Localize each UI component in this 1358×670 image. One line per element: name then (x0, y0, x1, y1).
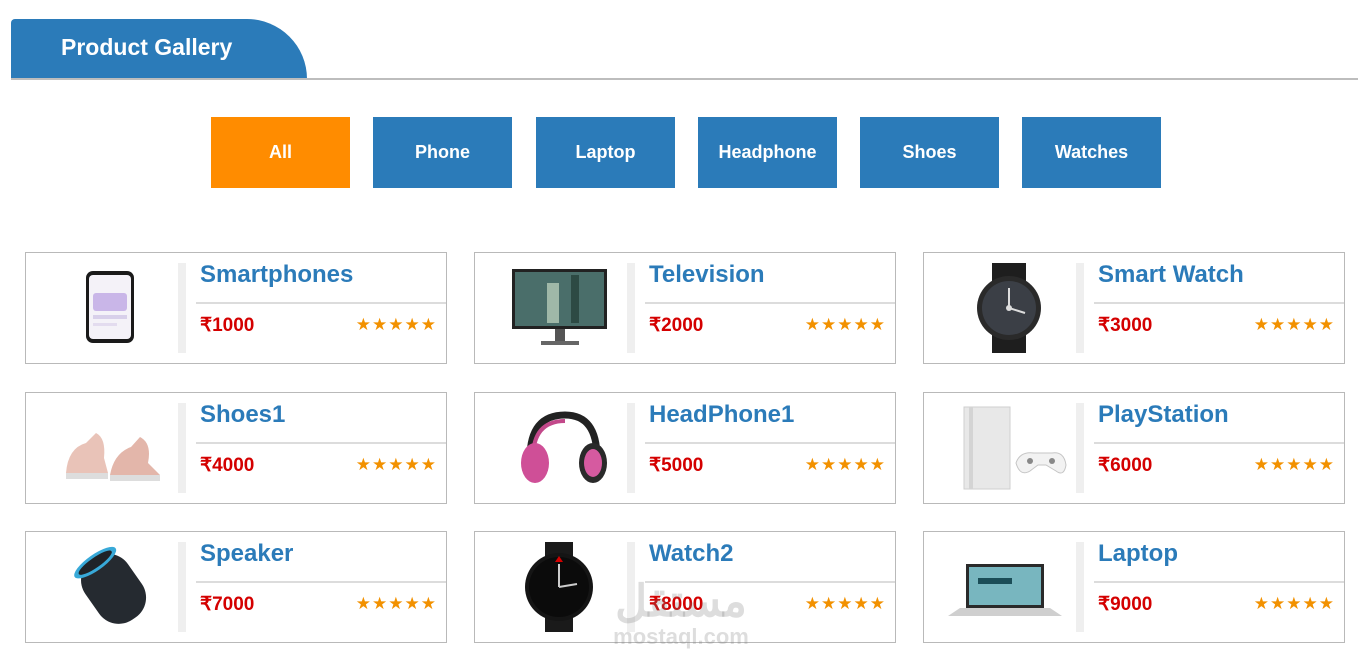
card-divider (1094, 581, 1344, 583)
product-price: ₹6000 (1098, 455, 1153, 476)
watermark-arabic: مستقل (615, 577, 747, 626)
product-card-shoes1[interactable]: Shoes1 ₹4000 ★★★★★ (25, 392, 447, 504)
card-divider (1094, 442, 1344, 444)
product-name[interactable]: Smart Watch (1098, 261, 1244, 289)
product-thumbnail (934, 403, 1084, 493)
product-thumbnail (36, 542, 186, 632)
playstation-image (963, 406, 1067, 490)
filter-phone-button[interactable]: Phone (373, 117, 512, 188)
filter-laptop-button[interactable]: Laptop (536, 117, 675, 188)
watermark-latin: mostaql.com (613, 624, 749, 649)
product-name[interactable]: Shoes1 (200, 401, 285, 429)
product-price: ₹1000 (200, 315, 255, 336)
star-rating-icon: ★★★★★ (804, 315, 886, 334)
card-divider (196, 302, 446, 304)
card-divider (1094, 302, 1344, 304)
product-card-smart-watch[interactable]: Smart Watch ₹3000 ★★★★★ (923, 252, 1345, 364)
star-rating-icon: ★★★★★ (1253, 315, 1335, 334)
product-card-headphone1[interactable]: HeadPhone1 ₹5000 ★★★★★ (474, 392, 896, 504)
headphone-image (521, 411, 607, 483)
product-price: ₹5000 (649, 455, 704, 476)
product-thumbnail (36, 403, 186, 493)
star-rating-icon: ★★★★★ (355, 594, 437, 613)
star-rating-icon: ★★★★★ (355, 315, 437, 334)
product-name[interactable]: PlayStation (1098, 401, 1229, 429)
card-divider (645, 442, 895, 444)
product-price: ₹7000 (200, 594, 255, 615)
header-divider (11, 78, 1358, 80)
smart-watch-image (977, 263, 1041, 353)
shoes-image (66, 433, 160, 481)
star-rating-icon: ★★★★★ (804, 594, 886, 613)
product-price: ₹2000 (649, 315, 704, 336)
star-rating-icon: ★★★★★ (1253, 455, 1335, 474)
product-name[interactable]: Smartphones (200, 261, 353, 289)
smartphone-image (86, 271, 134, 343)
filter-watches-button[interactable]: Watches (1022, 117, 1161, 188)
product-name[interactable]: Television (649, 261, 765, 289)
television-image (512, 269, 607, 345)
speaker-image (74, 546, 147, 624)
watermark: مستقل mostaql.com (596, 580, 766, 650)
product-thumbnail (934, 263, 1084, 353)
product-name[interactable]: Speaker (200, 540, 293, 568)
filter-all-button[interactable]: All (211, 117, 350, 188)
product-card-smartphones[interactable]: Smartphones ₹1000 ★★★★★ (25, 252, 447, 364)
product-name[interactable]: Watch2 (649, 540, 733, 568)
product-card-television[interactable]: Television ₹2000 ★★★★★ (474, 252, 896, 364)
star-rating-icon: ★★★★★ (355, 455, 437, 474)
page-title: Product Gallery (11, 19, 307, 79)
card-divider (196, 581, 446, 583)
star-rating-icon: ★★★★★ (804, 455, 886, 474)
product-thumbnail (934, 542, 1084, 632)
product-name[interactable]: Laptop (1098, 540, 1178, 568)
laptop-image (948, 564, 1062, 616)
product-thumbnail (485, 403, 635, 493)
product-thumbnail (36, 263, 186, 353)
card-divider (645, 302, 895, 304)
product-card-laptop[interactable]: Laptop ₹9000 ★★★★★ (923, 531, 1345, 643)
filter-shoes-button[interactable]: Shoes (860, 117, 999, 188)
product-card-speaker[interactable]: Speaker ₹7000 ★★★★★ (25, 531, 447, 643)
product-price: ₹9000 (1098, 594, 1153, 615)
card-divider (196, 442, 446, 444)
product-card-playstation[interactable]: PlayStation ₹6000 ★★★★★ (923, 392, 1345, 504)
product-thumbnail (485, 263, 635, 353)
star-rating-icon: ★★★★★ (1253, 594, 1335, 613)
product-name[interactable]: HeadPhone1 (649, 401, 794, 429)
product-price: ₹4000 (200, 455, 255, 476)
filter-headphone-button[interactable]: Headphone (698, 117, 837, 188)
product-price: ₹3000 (1098, 315, 1153, 336)
